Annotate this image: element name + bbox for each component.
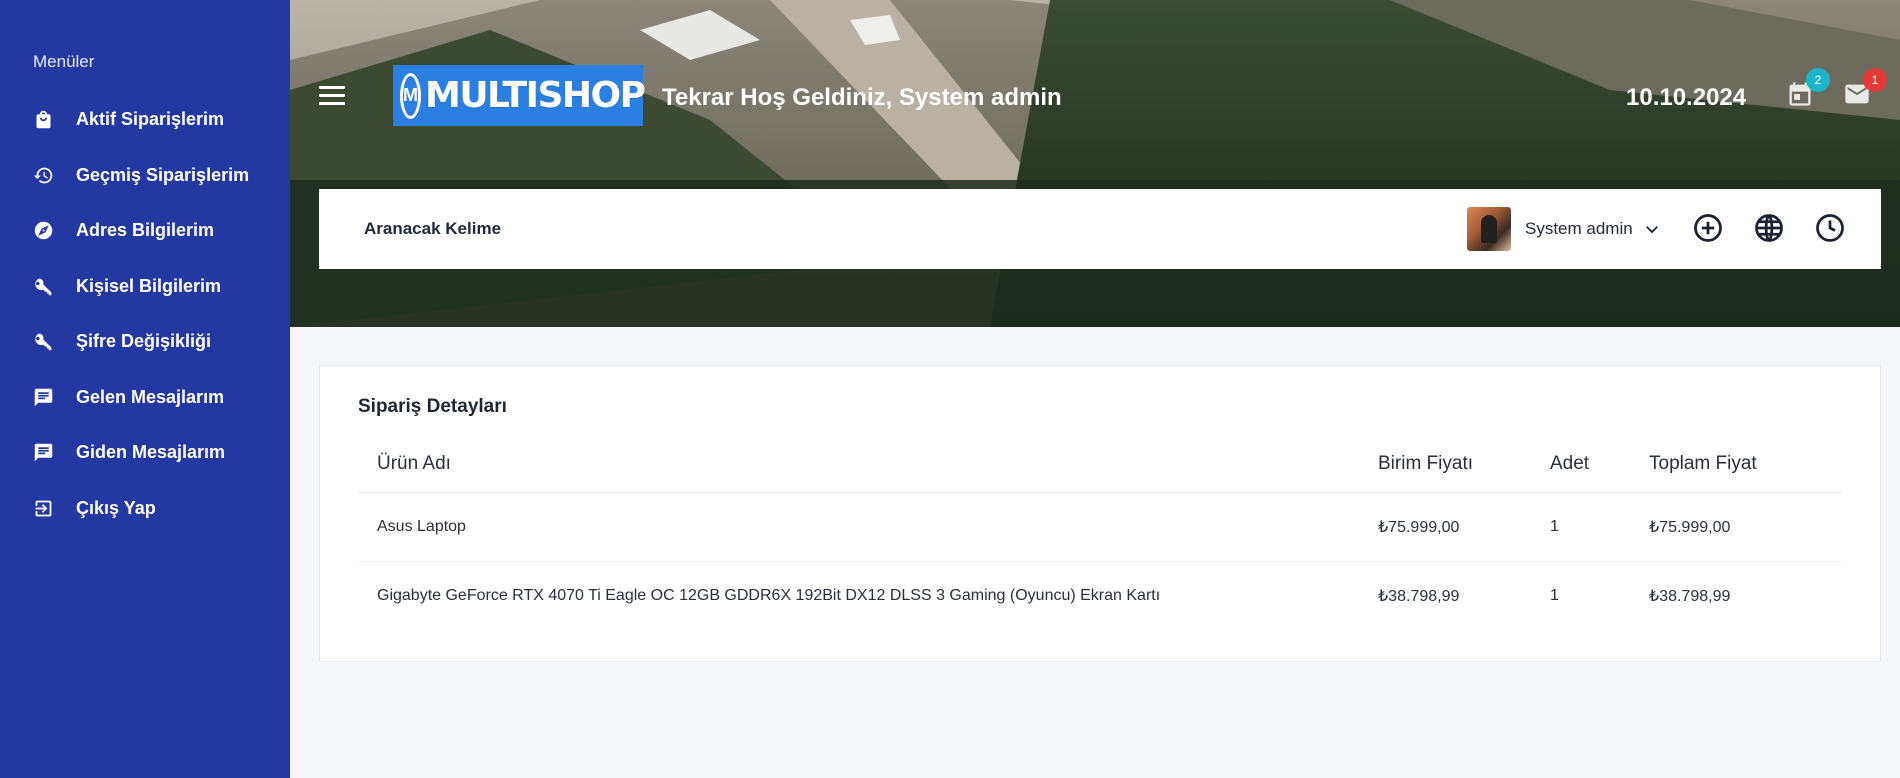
sidebar-item-adres-bilgilerim[interactable]: Adres Bilgilerim (0, 203, 290, 259)
globe-icon[interactable] (1754, 213, 1786, 245)
avatar (1467, 207, 1511, 251)
sidebar: Menüler Aktif Siparişlerim Geçmiş Sipari… (0, 0, 290, 778)
table-header-row: Ürün Adı Birim Fiyatı Adet Toplam Fiyat (358, 436, 1842, 493)
compass-icon (32, 220, 54, 242)
notification-badge: 2 (1806, 68, 1830, 92)
sidebar-item-label: Gelen Mesajlarım (76, 386, 225, 407)
current-date: 10.10.2024 (1626, 84, 1747, 111)
message-badge: 1 (1863, 68, 1887, 92)
user-dropdown[interactable]: System admin (1467, 206, 1661, 252)
sidebar-title: Menüler (33, 52, 95, 71)
welcome-message: Tekrar Hoş Geldiniz, System admin (662, 84, 1062, 111)
product-name-cell: Gigabyte GeForce RTX 4070 Ti Eagle OC 12… (377, 586, 1161, 604)
sidebar-item-giden-mesajlarim[interactable]: Giden Mesajlarım (0, 425, 290, 481)
column-header-total-price: Toplam Fiyat (1649, 436, 1842, 493)
column-header-product: Ürün Adı (358, 436, 1378, 493)
sidebar-item-label: Çıkış Yap (76, 497, 156, 518)
sidebar-item-label: Kişisel Bilgilerim (76, 275, 222, 296)
sidebar-item-label: Geçmiş Siparişlerim (76, 164, 250, 185)
sidebar-item-aktif-siparislerim[interactable]: Aktif Siparişlerim (0, 92, 290, 148)
logo-badge: M (400, 72, 421, 119)
sidebar-item-label: Giden Mesajlarım (76, 442, 226, 463)
sidebar-item-gelen-mesajlarim[interactable]: Gelen Mesajlarım (0, 370, 290, 426)
hamburger-menu-icon[interactable] (319, 86, 345, 106)
header-banner: M MULTISHOP Tekrar Hoş Geldiniz, System … (290, 0, 1900, 327)
logout-icon (32, 497, 54, 519)
total-price-cell: ₺38.798,99 (1649, 587, 1731, 605)
table-row: Asus Laptop ₺75.999,00 1 ₺75.999,00 (358, 492, 1842, 562)
quantity-cell: 1 (1550, 492, 1649, 562)
key-icon (32, 331, 54, 353)
unit-price-cell: ₺75.999,00 (1378, 492, 1550, 562)
sidebar-item-label: Şifre Değişikliği (76, 331, 212, 352)
message-icon (32, 442, 54, 464)
calendar-icon[interactable]: 2 (1786, 68, 1830, 110)
quantity-cell: 1 (1550, 586, 1559, 604)
order-details-card: Sipariş Detayları Ürün Adı Birim Fiyatı … (319, 365, 1881, 662)
total-price-cell: ₺75.999,00 (1649, 492, 1842, 562)
add-circle-icon[interactable] (1693, 213, 1725, 245)
unit-price-cell: ₺38.798,99 (1378, 587, 1460, 605)
sidebar-item-cikis-yap[interactable]: Çıkış Yap (0, 481, 290, 537)
history-icon (32, 164, 54, 186)
brand-logo[interactable]: M MULTISHOP (393, 65, 646, 126)
chevron-down-icon (1643, 220, 1661, 238)
table-row: Gigabyte GeForce RTX 4070 Ti Eagle OC 12… (358, 561, 1842, 630)
mail-icon[interactable]: 1 (1843, 68, 1887, 110)
column-header-unit-price: Birim Fiyatı (1378, 436, 1550, 493)
clock-icon[interactable] (1815, 213, 1847, 245)
order-table: Ürün Adı Birim Fiyatı Adet Toplam Fiyat … (358, 436, 1842, 630)
search-input[interactable]: Aranacak Kelime (364, 219, 501, 239)
sidebar-item-sifre-degisikligi[interactable]: Şifre Değişikliği (0, 314, 290, 370)
mountain-background (290, 0, 1900, 327)
sidebar-menu: Aktif Siparişlerim Geçmiş Siparişlerim A… (0, 92, 290, 536)
search-bar: Aranacak Kelime System admin (319, 189, 1881, 269)
sidebar-item-label: Aktif Siparişlerim (76, 109, 225, 130)
user-name: System admin (1525, 219, 1633, 238)
sidebar-item-kisisel-bilgilerim[interactable]: Kişisel Bilgilerim (0, 259, 290, 315)
column-header-quantity: Adet (1550, 436, 1649, 493)
sidebar-item-gecmis-siparislerim[interactable]: Geçmiş Siparişlerim (0, 148, 290, 204)
message-icon (32, 386, 54, 408)
sidebar-item-label: Adres Bilgilerim (76, 220, 215, 241)
shopping-bag-icon (32, 109, 54, 131)
card-title: Sipariş Detayları (358, 396, 507, 417)
product-name-cell: Asus Laptop (358, 492, 1378, 562)
key-icon (32, 275, 54, 297)
logo-text: MULTISHOP (425, 75, 646, 116)
